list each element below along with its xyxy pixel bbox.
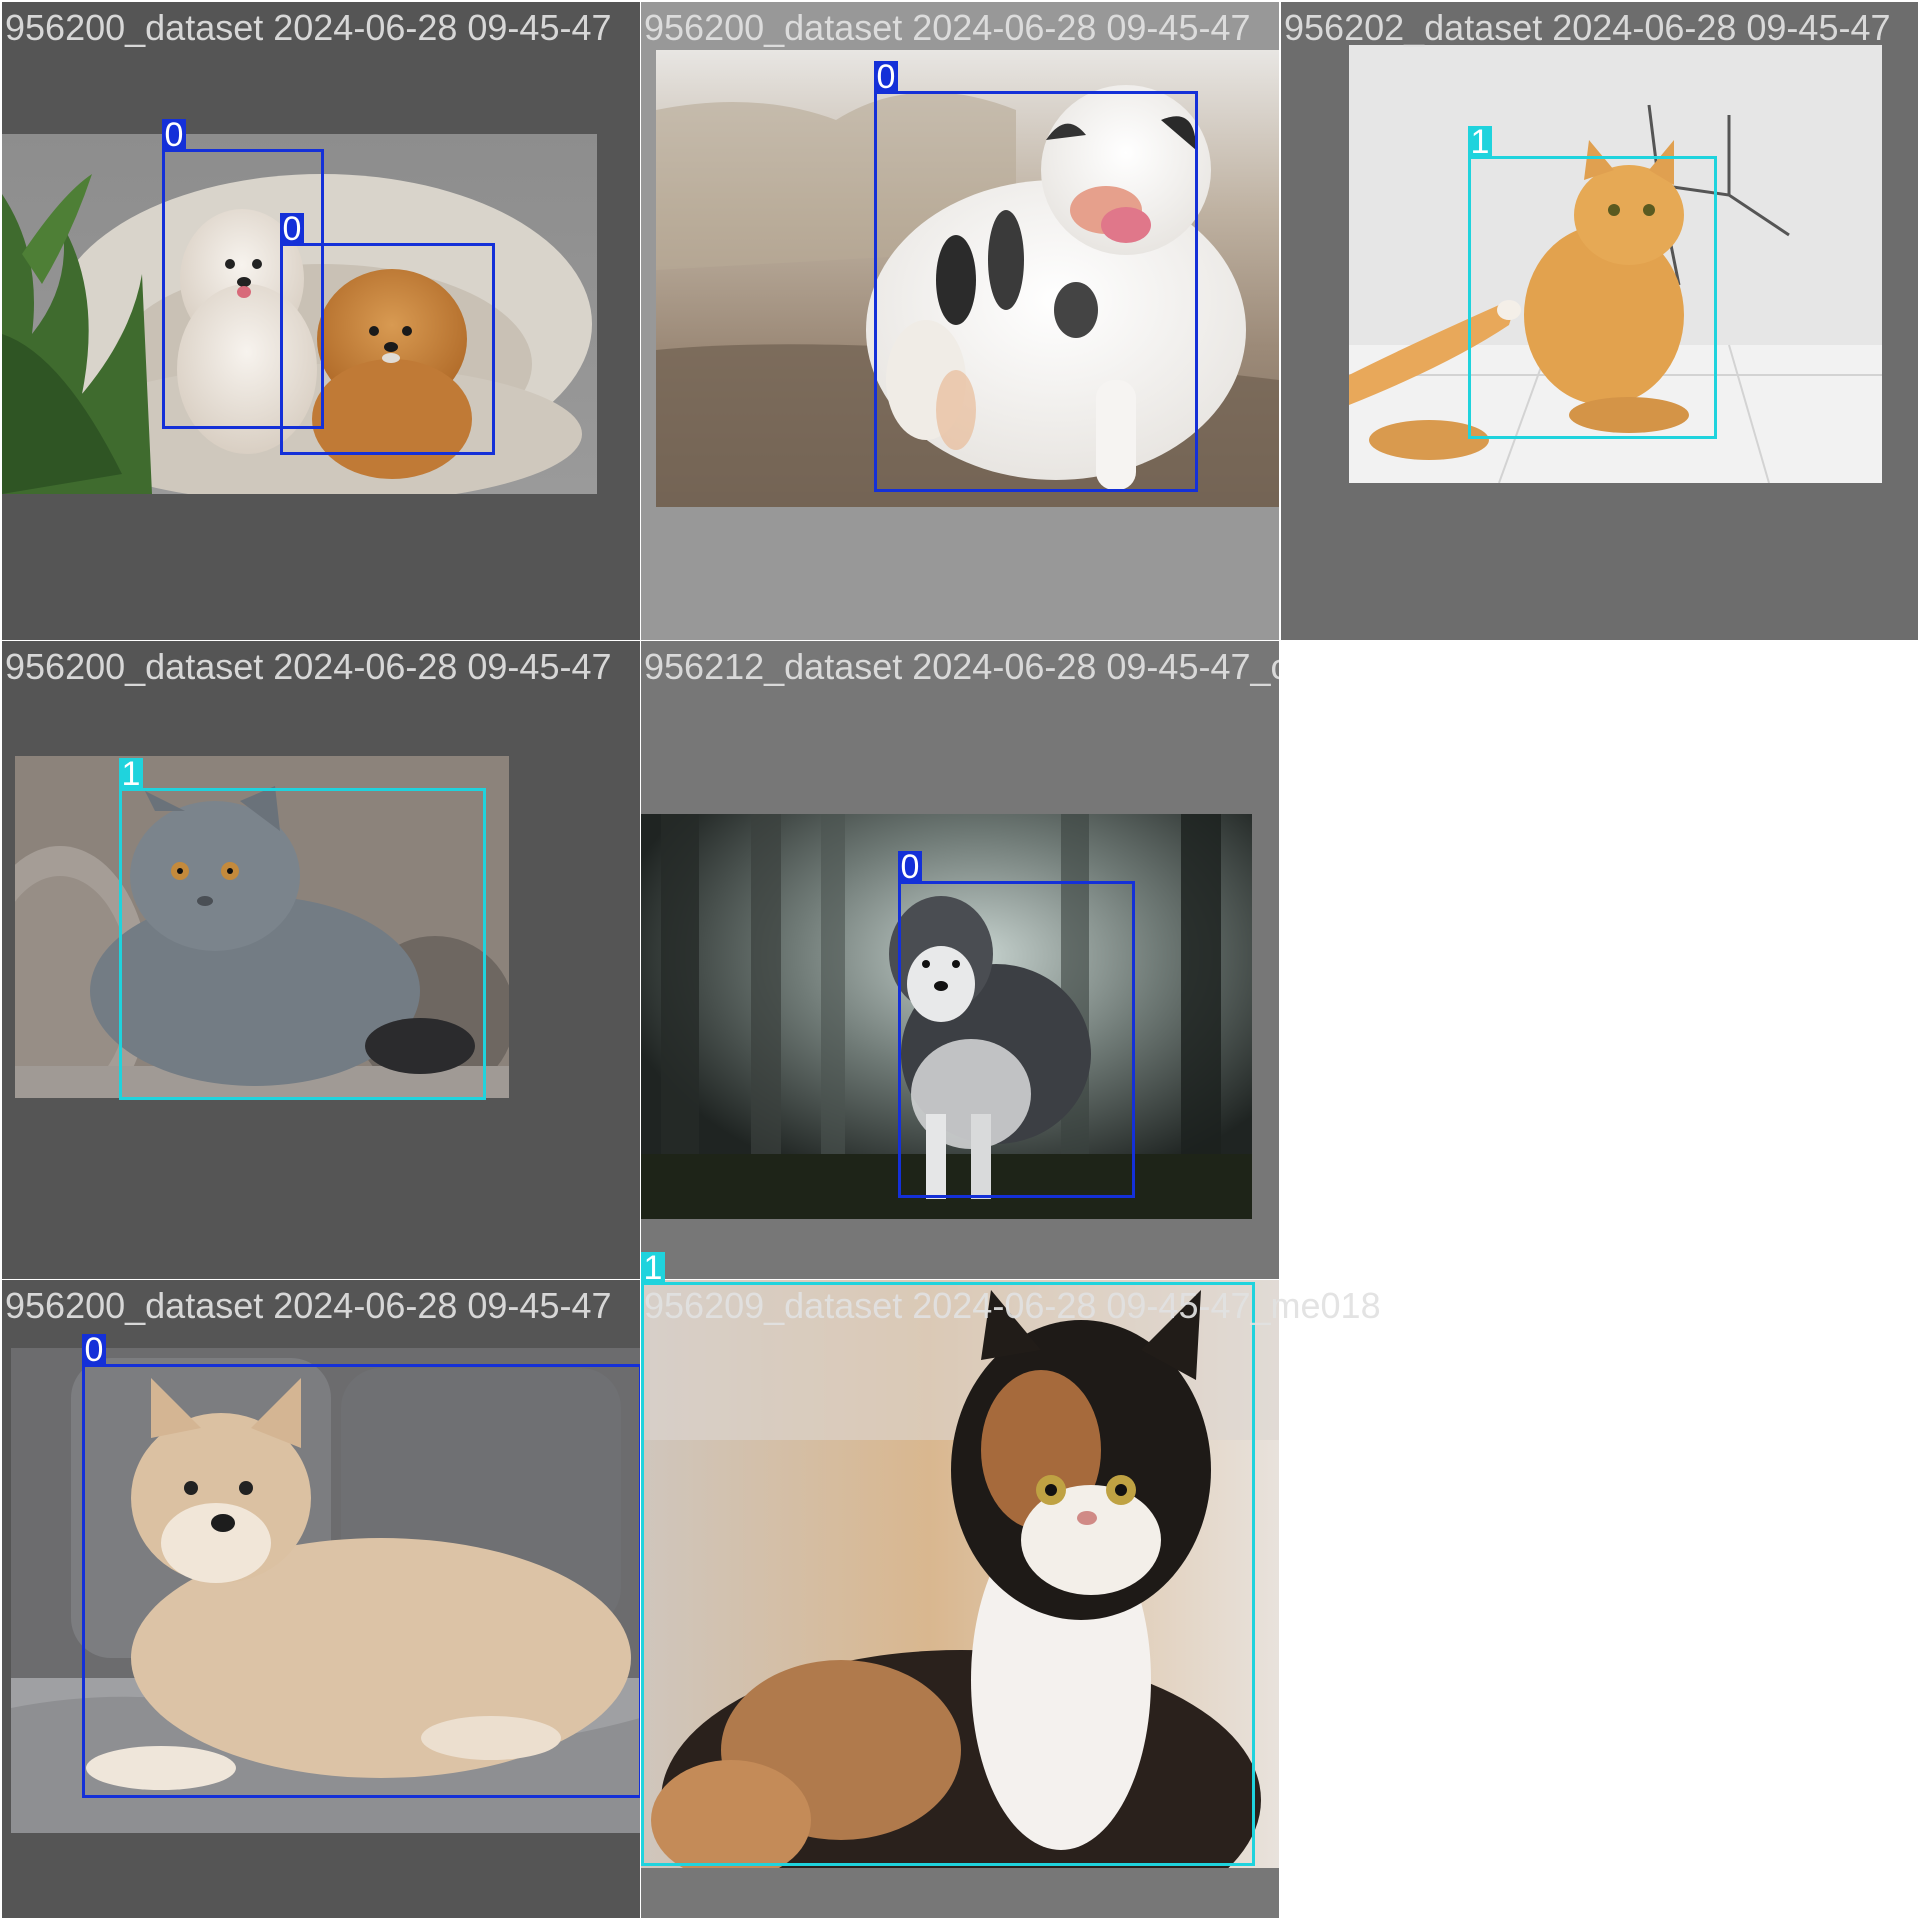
image-filename: 956209_dataset 2024-06-28 09-45-47_me018	[644, 1285, 1381, 1326]
mosaic-tile: 0 956212_dataset 2024-06-28 09-45-47_cho…	[641, 641, 1279, 1279]
detection-label: 0	[162, 118, 186, 152]
detection-label: 1	[641, 1251, 665, 1285]
image-filename: 956200_dataset 2024-06-28 09-45-47	[5, 1285, 612, 1326]
detection-label: 0	[874, 60, 898, 94]
detection-box-0: 0	[874, 60, 1198, 492]
image-filename: 956212_dataset 2024-06-28 09-45-47_cho6.	[644, 646, 1279, 687]
detection-label: 0	[82, 1333, 106, 1367]
mosaic-tile: 1 956202_dataset 2024-06-28 09-45-47	[1281, 2, 1918, 640]
detection-box-1: 1	[119, 757, 486, 1100]
mosaic-tile: 0 956200_dataset 2024-06-28 09-45-47	[641, 2, 1279, 640]
mosaic-tile: 1 956200_dataset 2024-06-28 09-45-47	[2, 641, 640, 1279]
detection-box-1: 1	[1468, 125, 1717, 439]
detection-box-0: 0	[898, 850, 1135, 1198]
image-filename: 956202_dataset 2024-06-28 09-45-47	[1284, 7, 1891, 48]
detection-label: 1	[119, 757, 143, 791]
detection-label: 0	[280, 212, 304, 246]
detection-label: 1	[1468, 125, 1492, 159]
mosaic-tile: 0 956200_dataset 2024-06-28 09-45-47	[2, 1280, 640, 1918]
detection-box-0: 0	[280, 212, 495, 455]
image-filename: 956200_dataset 2024-06-28 09-45-47	[644, 7, 1251, 48]
image-filename: 956200_dataset 2024-06-28 09-45-47	[5, 646, 612, 687]
mosaic-tile: 1 956209_dataset 2024-06-28 09-45-47_me0…	[641, 1251, 1381, 1918]
detection-box-1: 1	[641, 1251, 1255, 1866]
mosaic-tile: 0 0 956200_dataset 2024-06-28 09-45-47	[2, 2, 640, 640]
detection-label: 0	[898, 850, 922, 884]
image-filename: 956200_dataset 2024-06-28 09-45-47	[5, 7, 612, 48]
detection-box-0: 0	[82, 1333, 640, 1798]
